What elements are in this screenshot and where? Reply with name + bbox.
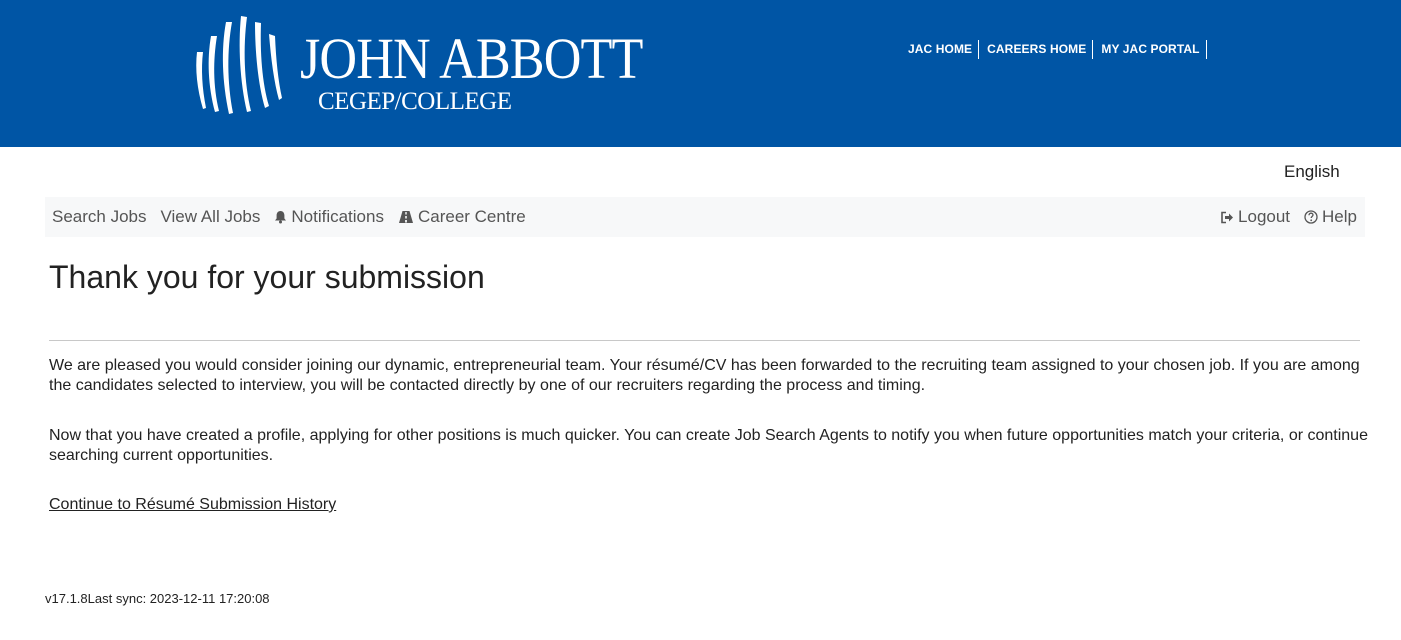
profile-paragraph: Now that you have created a profile, app… <box>49 427 1368 464</box>
my-jac-portal-link[interactable]: MY JAC PORTAL <box>1093 40 1207 59</box>
nav-search-jobs-label: Search Jobs <box>52 207 147 226</box>
jac-home-link[interactable]: JAC HOME <box>900 40 980 59</box>
nav-career-centre[interactable]: Career Centre <box>398 207 526 227</box>
college-logo-icon <box>196 16 282 114</box>
resume-history-link[interactable]: Continue to Résumé Submission History <box>49 495 336 515</box>
careers-home-link[interactable]: CAREERS HOME <box>979 40 1094 59</box>
road-icon <box>398 211 413 223</box>
question-circle-icon <box>1304 210 1318 224</box>
confirmation-paragraph: We are pleased you would consider joinin… <box>49 357 1360 394</box>
bell-icon <box>275 211 287 224</box>
nav-view-all-jobs[interactable]: View All Jobs <box>161 207 261 227</box>
nav-logout[interactable]: Logout <box>1220 207 1290 227</box>
footer: v17.1.8Last sync: 2023-12-11 17:20:08 <box>45 590 270 608</box>
nav-logout-label: Logout <box>1238 207 1291 226</box>
nav-notifications-label: Notifications <box>291 207 384 226</box>
logo-subtitle: CEGEP/COLLEGE <box>318 88 512 115</box>
nav-help-label: Help <box>1322 207 1357 226</box>
top-links: JAC HOME CAREERS HOME MY JAC PORTAL <box>900 40 1207 59</box>
nav-help[interactable]: Help <box>1304 207 1357 227</box>
nav-search-jobs[interactable]: Search Jobs <box>52 207 147 227</box>
logo-name: JOHN ABBOTT <box>300 26 643 91</box>
version-text: v17.1.8 <box>45 591 88 606</box>
header-banner: JOHN ABBOTT CEGEP/COLLEGE JAC HOME CAREE… <box>0 0 1401 147</box>
language-selector[interactable]: English <box>1284 161 1340 183</box>
main-navbar: Search Jobs View All Jobs Notifications … <box>45 197 1365 237</box>
sign-out-icon <box>1221 211 1234 223</box>
divider <box>49 340 1360 341</box>
nav-view-all-jobs-label: View All Jobs <box>160 207 261 226</box>
last-sync-text: Last sync: 2023-12-11 17:20:08 <box>87 591 270 606</box>
nav-career-centre-label: Career Centre <box>417 207 526 226</box>
nav-notifications[interactable]: Notifications <box>274 207 384 227</box>
page-title: Thank you for your submission <box>49 259 485 295</box>
